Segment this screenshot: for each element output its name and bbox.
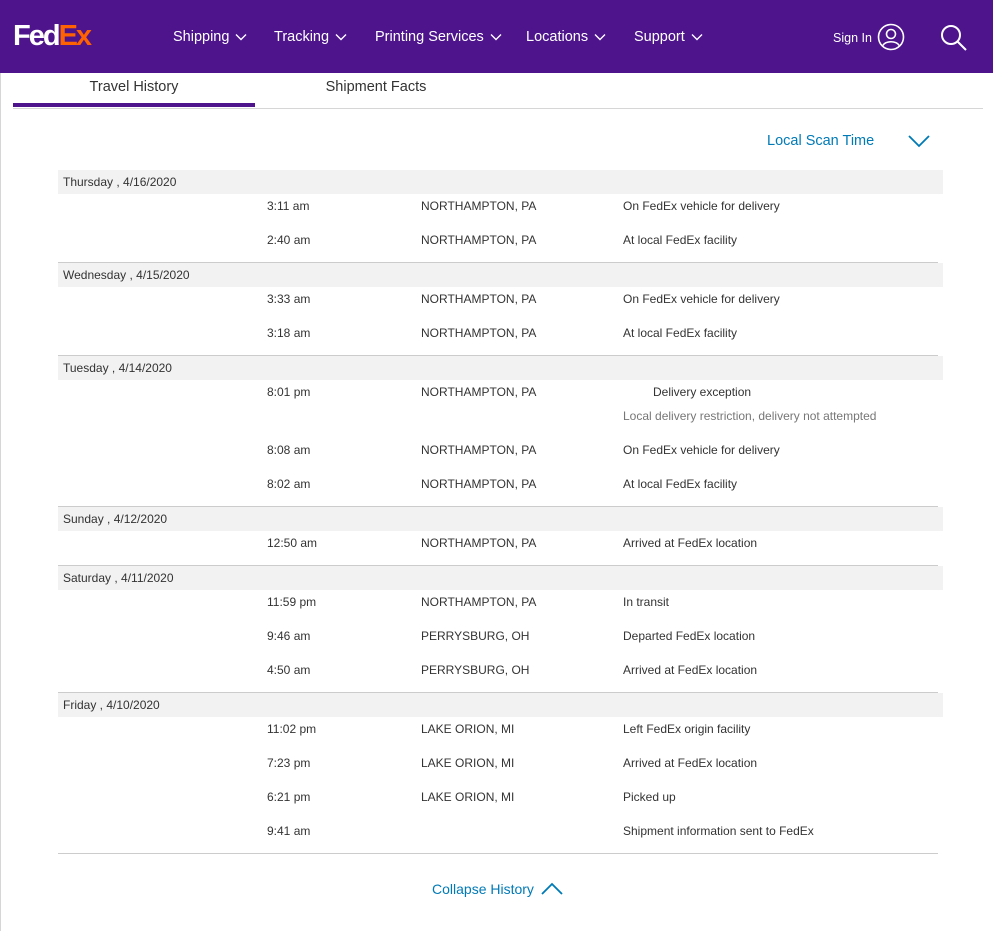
nav-label: Shipping <box>173 29 230 45</box>
event-status: Arrived at FedEx location <box>623 536 758 550</box>
history-row: 9:46 am PERRYSBURG, OH Departed FedEx loca… <box>58 624 943 658</box>
chevron-down-icon[interactable] <box>907 134 931 148</box>
history-row: 3:33 am NORTHAMPTON, PA On FedEx vehicle f… <box>58 287 943 321</box>
chevron-down-icon <box>691 34 703 41</box>
nav-locations[interactable]: Locations <box>526 27 606 47</box>
event-location: NORTHAMPTON, PA <box>421 199 537 213</box>
nav-tracking[interactable]: Tracking <box>274 27 347 47</box>
event-status: Departed FedEx location <box>623 629 756 643</box>
history-row: 8:01 pm NORTHAMPTON, PA Delivery exception… <box>58 380 943 438</box>
chevron-down-icon <box>235 34 247 41</box>
event-time: 2:40 am <box>267 233 311 247</box>
day-header: Tuesday , 4/14/2020 <box>58 356 943 380</box>
event-time: 8:08 am <box>267 443 311 457</box>
event-location: PERRYSBURG, OH <box>421 663 530 677</box>
history-row: 2:40 am NORTHAMPTON, PA At local FedEx fac… <box>58 228 943 262</box>
event-time: 6:21 pm <box>267 790 311 804</box>
chevron-up-icon <box>541 882 563 895</box>
event-status: At local FedEx facility <box>623 233 738 247</box>
event-status: Arrived at FedEx location <box>623 663 758 677</box>
logo-fed: Fed <box>13 20 61 52</box>
sign-in-link[interactable]: Sign In <box>833 29 872 47</box>
chevron-down-icon <box>594 34 606 41</box>
history-row: 12:50 am NORTHAMPTON, PA Arrived at FedEx … <box>58 531 943 565</box>
nav-label: Tracking <box>274 29 330 45</box>
fedex-logo[interactable]: FedEx <box>13 20 93 52</box>
history-row: 6:21 pm LAKE ORION, MI Picked up <box>58 785 943 819</box>
search-icon[interactable] <box>940 24 968 52</box>
event-location: NORTHAMPTON, PA <box>421 443 537 457</box>
tab-travel-history[interactable]: Travel History <box>13 73 255 107</box>
event-location: LAKE ORION, MI <box>421 722 515 736</box>
event-time: 7:23 pm <box>267 756 311 770</box>
event-time: 9:41 am <box>267 824 311 838</box>
event-location: NORTHAMPTON, PA <box>421 536 537 550</box>
history-row: 3:11 am NORTHAMPTON, PA On FedEx vehicle f… <box>58 194 943 228</box>
event-status: Picked up <box>623 790 676 804</box>
event-status: Shipment information sent to FedEx <box>623 824 814 838</box>
event-status: In transit <box>623 595 670 609</box>
collapse-history-button[interactable]: Collapse History <box>432 879 564 899</box>
event-time: 12:50 am <box>267 536 318 550</box>
event-location: LAKE ORION, MI <box>421 790 515 804</box>
event-time: 3:33 am <box>267 292 311 306</box>
history-row: 9:41 am Shipment information sent to FedE… <box>58 819 943 853</box>
chevron-down-icon <box>490 34 502 41</box>
event-time: 8:02 am <box>267 477 311 491</box>
event-status: Left FedEx origin facility <box>623 722 751 736</box>
event-location: NORTHAMPTON, PA <box>421 477 537 491</box>
nav-label: Printing Services <box>375 29 484 45</box>
day-header: Wednesday , 4/15/2020 <box>58 263 943 287</box>
event-location: PERRYSBURG, OH <box>421 629 530 643</box>
event-location: NORTHAMPTON, PA <box>421 385 537 399</box>
history-row: 8:02 am NORTHAMPTON, PA At local FedEx fac… <box>58 472 943 506</box>
top-navigation-bar: FedEx Shipping Tracking Printing Services L… <box>0 0 993 73</box>
event-location: NORTHAMPTON, PA <box>421 595 537 609</box>
event-time: 3:18 am <box>267 326 311 340</box>
event-status: On FedEx vehicle for delivery <box>623 443 780 457</box>
history-row: 3:18 am NORTHAMPTON, PA At local FedEx fac… <box>58 321 943 355</box>
collapse-history-label: Collapse History <box>432 881 534 897</box>
nav-shipping[interactable]: Shipping <box>173 27 247 47</box>
event-time: 11:02 pm <box>267 722 317 736</box>
nav-label: Support <box>634 29 685 45</box>
event-status: On FedEx vehicle for delivery <box>623 199 780 213</box>
left-border <box>0 73 1 931</box>
event-status: Arrived at FedEx location <box>623 756 758 770</box>
event-time: 8:01 pm <box>267 385 311 399</box>
event-location: LAKE ORION, MI <box>421 756 515 770</box>
event-location: NORTHAMPTON, PA <box>421 233 537 247</box>
user-account-icon[interactable] <box>877 23 905 51</box>
local-scan-time-toggle[interactable]: Local Scan Time <box>767 131 874 151</box>
history-row: 11:59 pm NORTHAMPTON, PA In transit <box>58 590 943 624</box>
day-header: Friday , 4/10/2020 <box>58 693 943 717</box>
event-status: On FedEx vehicle for delivery <box>623 292 780 306</box>
history-row: 7:23 pm LAKE ORION, MI Arrived at FedEx lo… <box>58 751 943 785</box>
event-time: 4:50 am <box>267 663 311 677</box>
event-time: 9:46 am <box>267 629 311 643</box>
nav-label: Locations <box>526 29 589 45</box>
tab-shipment-facts[interactable]: Shipment Facts <box>255 73 497 107</box>
chevron-down-icon <box>335 34 347 41</box>
event-status: Delivery exception <box>653 385 752 399</box>
event-status: At local FedEx facility <box>623 477 738 491</box>
travel-history-list: Thursday , 4/16/2020 3:11 am NORTHAMPTON, … <box>58 170 943 854</box>
day-divider <box>58 853 938 854</box>
day-header: Saturday , 4/11/2020 <box>58 566 943 590</box>
event-location: NORTHAMPTON, PA <box>421 326 537 340</box>
nav-support[interactable]: Support <box>634 27 703 47</box>
logo-ex: Ex <box>58 20 93 52</box>
nav-printing-services[interactable]: Printing Services <box>375 27 502 47</box>
day-header: Sunday , 4/12/2020 <box>58 507 943 531</box>
day-header: Thursday , 4/16/2020 <box>58 170 943 194</box>
event-location: NORTHAMPTON, PA <box>421 292 537 306</box>
history-row: 4:50 am PERRYSBURG, OH Arrived at FedEx lo… <box>58 658 943 692</box>
event-detail: Local delivery restriction, delivery not… <box>623 409 877 423</box>
tracking-tabs: Travel History Shipment Facts <box>13 73 983 109</box>
history-row: 11:02 pm LAKE ORION, MI Left FedEx origin … <box>58 717 943 751</box>
event-time: 3:11 am <box>267 199 310 213</box>
event-time: 11:59 pm <box>267 595 317 609</box>
event-status: At local FedEx facility <box>623 326 738 340</box>
history-row: 8:08 am NORTHAMPTON, PA On FedEx vehicle f… <box>58 438 943 472</box>
